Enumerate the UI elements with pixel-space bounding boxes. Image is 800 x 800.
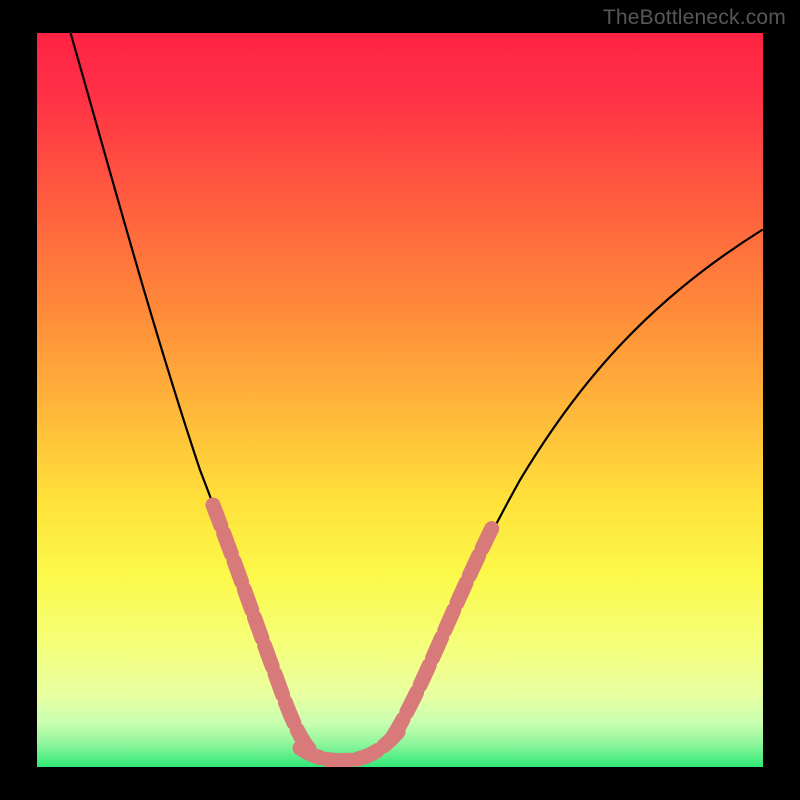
chart-frame: TheBottleneck.com xyxy=(0,0,800,800)
bottleneck-chart xyxy=(0,0,800,800)
plot-background xyxy=(37,33,763,767)
watermark-text: TheBottleneck.com xyxy=(603,6,786,30)
